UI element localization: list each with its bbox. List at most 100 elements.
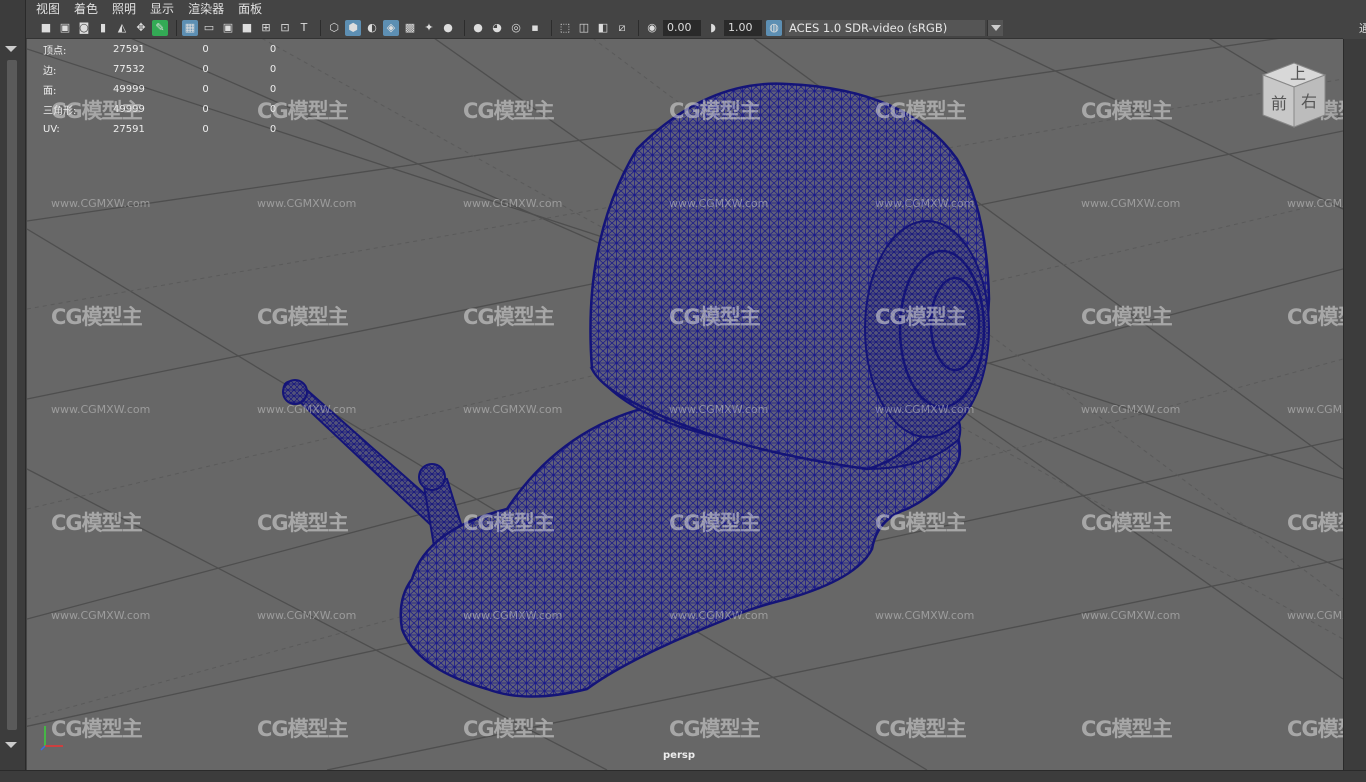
- watermark-logo: CG模型主: [1081, 717, 1173, 741]
- xray-active-icon[interactable]: ◧: [595, 20, 611, 36]
- grid-icon[interactable]: ▦: [182, 19, 198, 36]
- menu-shading[interactable]: 着色: [74, 0, 98, 17]
- xray-joints-icon[interactable]: ⧄: [614, 20, 630, 36]
- image-plane-icon[interactable]: ◭: [114, 20, 130, 36]
- watermark-logo: CG模型主: [875, 511, 967, 535]
- watermark-logo: CG模型主: [51, 511, 143, 535]
- watermark-logo: CG模型主: [875, 305, 967, 329]
- hud-row: 边: 77532 0 0: [43, 59, 308, 79]
- watermark-logo: CG模型主: [257, 717, 349, 741]
- watermark-logo: CG模型主: [463, 717, 555, 741]
- color-management-icon[interactable]: ◍: [766, 19, 782, 36]
- watermark-url: www.CGMXW.com: [1081, 609, 1181, 622]
- bookmark-camera-icon[interactable]: ◙: [76, 20, 92, 36]
- exposure-field[interactable]: 0.00: [663, 19, 701, 36]
- hud-value: 0: [269, 83, 277, 95]
- anti-aliasing-icon[interactable]: ◎: [508, 20, 524, 36]
- watermark-logo: CG模型主: [463, 511, 555, 535]
- watermark-url: www.CGMXW.com: [1081, 197, 1181, 210]
- panel-menu-bar: 视图 着色 照明 显示 渲染器 面板: [26, 0, 1366, 17]
- watermark-logo: CG模型主: [1081, 99, 1173, 123]
- watermark-url: www.CGMXW.com: [1287, 403, 1343, 416]
- camera-attributes-icon[interactable]: ▣: [57, 20, 73, 36]
- safe-title-icon[interactable]: T: [296, 20, 312, 36]
- watermark-url: www.CGMXW.com: [257, 609, 357, 622]
- view-cube[interactable]: 上 前 右: [1259, 59, 1329, 131]
- default-material-icon[interactable]: ◐: [364, 20, 380, 36]
- camera-name-label: persp: [663, 750, 695, 761]
- pan-zoom-icon[interactable]: ✥: [133, 20, 149, 36]
- watermark-url: www.CGMXW.com: [669, 609, 769, 622]
- hud-value: 27591: [113, 123, 145, 135]
- hud-label: UV:: [43, 123, 60, 135]
- bookmark-icon[interactable]: ▮: [95, 20, 111, 36]
- wireframe-icon[interactable]: ⬡: [326, 20, 342, 36]
- gamma-field[interactable]: 1.00: [724, 19, 762, 36]
- isolate-select-icon[interactable]: ⬚: [557, 20, 573, 36]
- watermark-logo: CG模型主: [463, 99, 555, 123]
- watermark-url: www.CGMXW.com: [1287, 609, 1343, 622]
- lights-icon[interactable]: ✦: [421, 20, 437, 36]
- scroll-down-arrow-icon[interactable]: [5, 742, 17, 748]
- depth-of-field-icon[interactable]: ▪: [527, 20, 543, 36]
- watermark-logo: CG模型主: [257, 99, 349, 123]
- menu-view[interactable]: 视图: [36, 0, 60, 17]
- shadows-icon[interactable]: ●: [440, 20, 456, 36]
- viewcube-right-label: 右: [1301, 92, 1317, 111]
- menu-show[interactable]: 显示: [150, 0, 174, 17]
- hud-value: 0: [202, 123, 209, 135]
- xray-icon[interactable]: ◫: [576, 20, 592, 36]
- wireframe-on-shaded-icon[interactable]: ◈: [383, 19, 399, 36]
- hud-value: 0: [202, 63, 209, 75]
- watermark-logo: CG模型主: [51, 99, 143, 123]
- watermark-logo: CG模型主: [1081, 511, 1173, 535]
- exposure-icon[interactable]: ◉: [644, 20, 660, 36]
- watermark-logo: CG模型主: [1287, 717, 1343, 741]
- watermark-url: www.CGMXW.com: [51, 403, 151, 416]
- viewcube-top-label: 上: [1290, 64, 1306, 83]
- screen-space-ao-icon[interactable]: ●: [470, 20, 486, 36]
- field-chart-icon[interactable]: ⊞: [258, 20, 274, 36]
- axis-gizmo: [40, 726, 63, 751]
- color-space-select[interactable]: ACES 1.0 SDR-video (sRGB): [785, 19, 985, 36]
- menu-panels[interactable]: 面板: [238, 0, 262, 17]
- gate-mask-icon[interactable]: ■: [239, 20, 255, 36]
- watermark-logo: CG模型主: [257, 305, 349, 329]
- motion-blur-icon[interactable]: ◕: [489, 20, 505, 36]
- watermark-url: www.CGMXW.com: [875, 197, 975, 210]
- watermark-logo: CG模型主: [875, 99, 967, 123]
- hud-label: 边:: [43, 65, 57, 77]
- gamma-icon[interactable]: ◗: [705, 20, 721, 36]
- hud-value: 0: [269, 123, 277, 135]
- panel-toolbar: ■ ▣ ◙ ▮ ◭ ✥ ✎ ▦ ▭ ▣ ■ ⊞ ⊡ T ⬡ ⬢ ◐ ◈ ▩ ✦ …: [26, 17, 1366, 39]
- watermark-url: www.CGMXW.com: [1081, 403, 1181, 416]
- smooth-shade-icon[interactable]: ⬢: [345, 19, 361, 36]
- grease-pencil-icon[interactable]: ✎: [152, 19, 168, 36]
- viewcube-front-label: 前: [1271, 94, 1287, 113]
- hud-value: 77532: [113, 63, 145, 75]
- bottom-strip: [0, 770, 1366, 782]
- watermark-logo: CG模型主: [257, 511, 349, 535]
- safe-action-icon[interactable]: ⊡: [277, 20, 293, 36]
- watermark-url: www.CGMXW.com: [51, 609, 151, 622]
- watermark-logo: CG模型主: [669, 305, 761, 329]
- watermark-url: www.CGMXW.com: [257, 197, 357, 210]
- watermark-logo: CG模型主: [1287, 305, 1343, 329]
- film-gate-icon[interactable]: ▭: [201, 20, 217, 36]
- viewport-3d[interactable]: 顶点: 27591 0 0 边: 77532 0 0 面: 49999 0 0 …: [27, 39, 1343, 770]
- camera-icon[interactable]: ■: [38, 20, 54, 36]
- hud-value: 0: [269, 43, 277, 55]
- scroll-up-arrow-icon[interactable]: [5, 46, 17, 52]
- menu-lighting[interactable]: 照明: [112, 0, 136, 17]
- hud-row: 顶点: 27591 0 0: [43, 39, 308, 59]
- chevron-down-icon[interactable]: [987, 19, 1003, 36]
- resolution-gate-icon[interactable]: ▣: [220, 20, 236, 36]
- watermark-logo: CG模型主: [669, 99, 761, 123]
- left-scrollbar[interactable]: [7, 60, 17, 730]
- color-space-value: ACES 1.0 SDR-video (sRGB): [789, 20, 948, 35]
- watermark-logo: CG模型主: [669, 511, 761, 535]
- textured-icon[interactable]: ▩: [402, 20, 418, 36]
- watermark-url: www.CGMXW.com: [669, 403, 769, 416]
- hud-value: 0: [202, 103, 209, 115]
- menu-renderer[interactable]: 渲染器: [188, 0, 224, 17]
